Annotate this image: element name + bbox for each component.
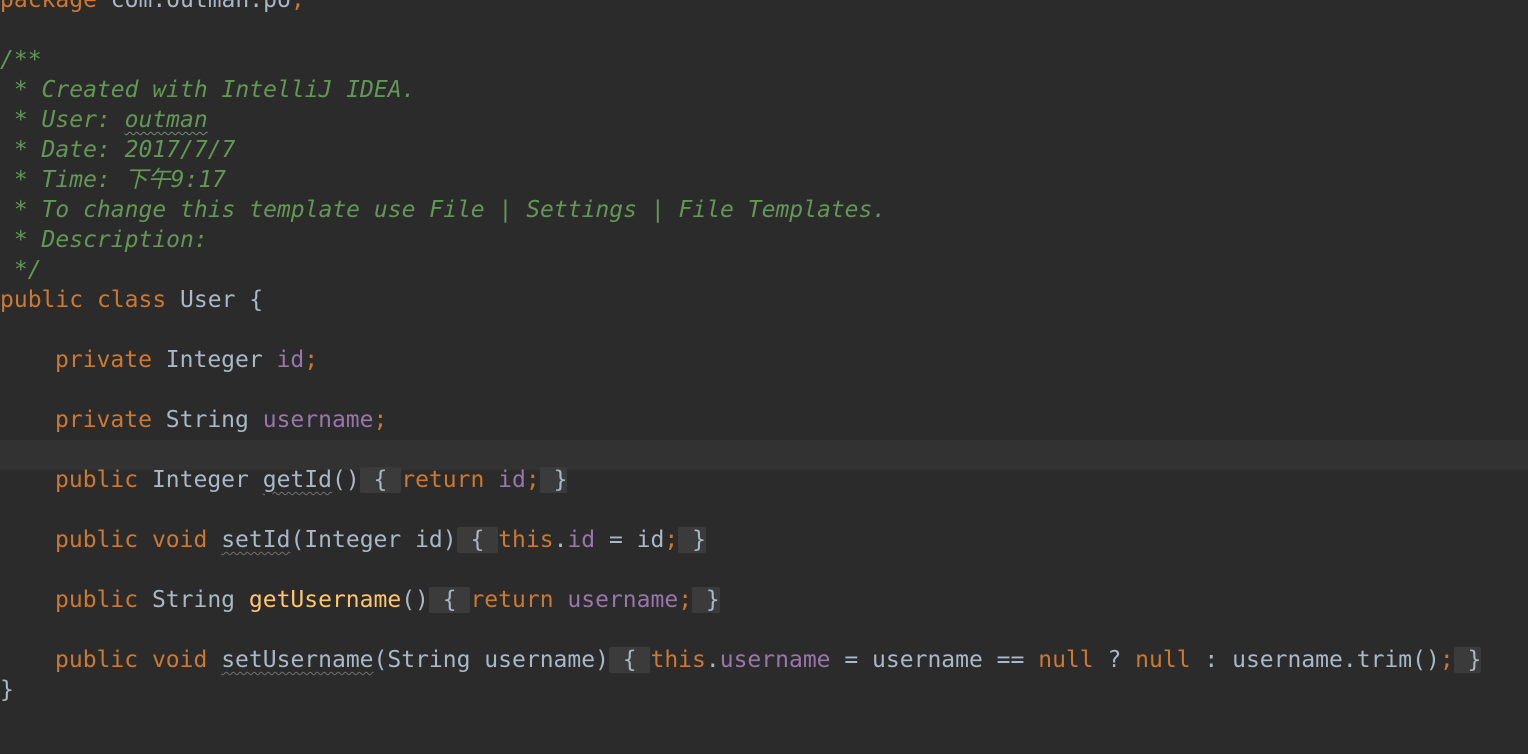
assigned-field: username bbox=[719, 647, 831, 673]
assignment-expression: = id bbox=[595, 527, 665, 553]
fold-close-marker[interactable]: } bbox=[539, 467, 568, 493]
method-getusername-line: public String getUsername() { return use… bbox=[0, 585, 1481, 615]
ternary-operator: ? bbox=[1093, 647, 1136, 673]
this-keyword: this bbox=[650, 647, 706, 673]
return-field: username bbox=[567, 587, 679, 613]
comment-description: * Description: bbox=[0, 227, 208, 253]
return-field: id bbox=[498, 467, 526, 493]
method-name-getusername[interactable]: getUsername bbox=[249, 587, 401, 613]
method-return-type: String bbox=[138, 587, 249, 613]
field-name: id bbox=[276, 347, 305, 373]
comment-template: * To change this template use File | Set… bbox=[0, 197, 887, 223]
field-type: Integer bbox=[151, 347, 277, 373]
null-keyword: null bbox=[1038, 647, 1094, 673]
field-semicolon: ; bbox=[373, 407, 388, 433]
class-open-brace: { bbox=[235, 287, 264, 313]
statement-semicolon: ; bbox=[525, 467, 540, 493]
class-name: User bbox=[166, 287, 236, 313]
method-params: () bbox=[331, 467, 360, 493]
field-type: String bbox=[151, 407, 263, 433]
package-name: com.outman.po bbox=[96, 0, 291, 13]
null-keyword: null bbox=[1135, 647, 1191, 673]
method-params: (String username) bbox=[373, 647, 609, 673]
comment-created: * Created with IntelliJ IDEA. bbox=[0, 77, 416, 103]
package-semicolon: ; bbox=[290, 0, 305, 13]
method-return-type: Integer bbox=[138, 467, 263, 493]
comment-user-line: * User: outman bbox=[0, 105, 1481, 135]
class-keyword: class bbox=[83, 287, 167, 313]
fold-open-marker[interactable]: { bbox=[456, 527, 499, 553]
code-area[interactable]: package com.outman.po; /** * Created wit… bbox=[0, 0, 1482, 705]
class-closing-brace: } bbox=[0, 677, 14, 703]
field-username-line: private String username; bbox=[0, 405, 1481, 435]
method-modifier: public bbox=[55, 587, 139, 613]
package-line: package com.outman.po; bbox=[0, 0, 1481, 15]
statement-semicolon: ; bbox=[664, 527, 679, 553]
method-setid-line: public void setId(Integer id) { this.id … bbox=[55, 527, 706, 553]
comment-user-value: outman bbox=[124, 107, 208, 133]
field-modifier: private bbox=[55, 407, 152, 433]
method-name-setusername[interactable]: setUsername bbox=[221, 647, 373, 673]
method-getid-line: public Integer getId() { return id; } bbox=[0, 465, 1481, 495]
fold-close-marker[interactable]: } bbox=[692, 587, 720, 613]
method-params: (Integer id) bbox=[290, 527, 457, 553]
fold-open-marker[interactable]: { bbox=[608, 647, 651, 673]
comment-time: * Time: 下午9:17 bbox=[0, 167, 227, 193]
fold-open-marker[interactable]: { bbox=[428, 587, 471, 613]
void-keyword: void bbox=[138, 647, 208, 673]
return-keyword: return bbox=[470, 587, 554, 613]
expression-part: = username == bbox=[830, 647, 1039, 673]
fold-close-marker[interactable]: } bbox=[678, 527, 706, 553]
comment-user-label: * User: bbox=[0, 107, 125, 133]
class-public-keyword: public bbox=[0, 287, 84, 313]
method-name-getid[interactable]: getId bbox=[263, 467, 332, 493]
field-modifier: private bbox=[55, 347, 152, 373]
statement-semicolon: ; bbox=[678, 587, 693, 613]
comment-open: /** bbox=[0, 47, 42, 73]
fold-open-marker[interactable]: { bbox=[359, 467, 402, 493]
field-name: username bbox=[262, 407, 374, 433]
comment-date: * Date: 2017/7/7 bbox=[0, 137, 236, 163]
method-modifier: public bbox=[55, 647, 139, 673]
statement-semicolon: ; bbox=[1439, 647, 1454, 673]
return-keyword: return bbox=[401, 467, 485, 493]
comment-close: */ bbox=[0, 257, 42, 283]
fold-close-marker[interactable]: } bbox=[1453, 647, 1482, 673]
field-semicolon: ; bbox=[304, 347, 319, 373]
method-name-setid[interactable]: setId bbox=[221, 527, 290, 553]
method-setusername-line: public void setUsername(String username)… bbox=[55, 647, 1482, 673]
method-params: () bbox=[401, 587, 429, 613]
package-keyword: package bbox=[0, 0, 97, 13]
assigned-field: id bbox=[567, 527, 596, 553]
code-editor[interactable]: package com.outman.po; /** * Created wit… bbox=[0, 0, 1528, 754]
method-modifier: public bbox=[55, 467, 139, 493]
class-declaration: public class User { bbox=[0, 285, 1481, 315]
method-modifier: public bbox=[55, 527, 139, 553]
field-id-line: private Integer id; bbox=[0, 345, 1481, 375]
void-keyword: void bbox=[138, 527, 208, 553]
expression-part: : username.trim() bbox=[1190, 647, 1440, 673]
this-keyword: this bbox=[498, 527, 554, 553]
